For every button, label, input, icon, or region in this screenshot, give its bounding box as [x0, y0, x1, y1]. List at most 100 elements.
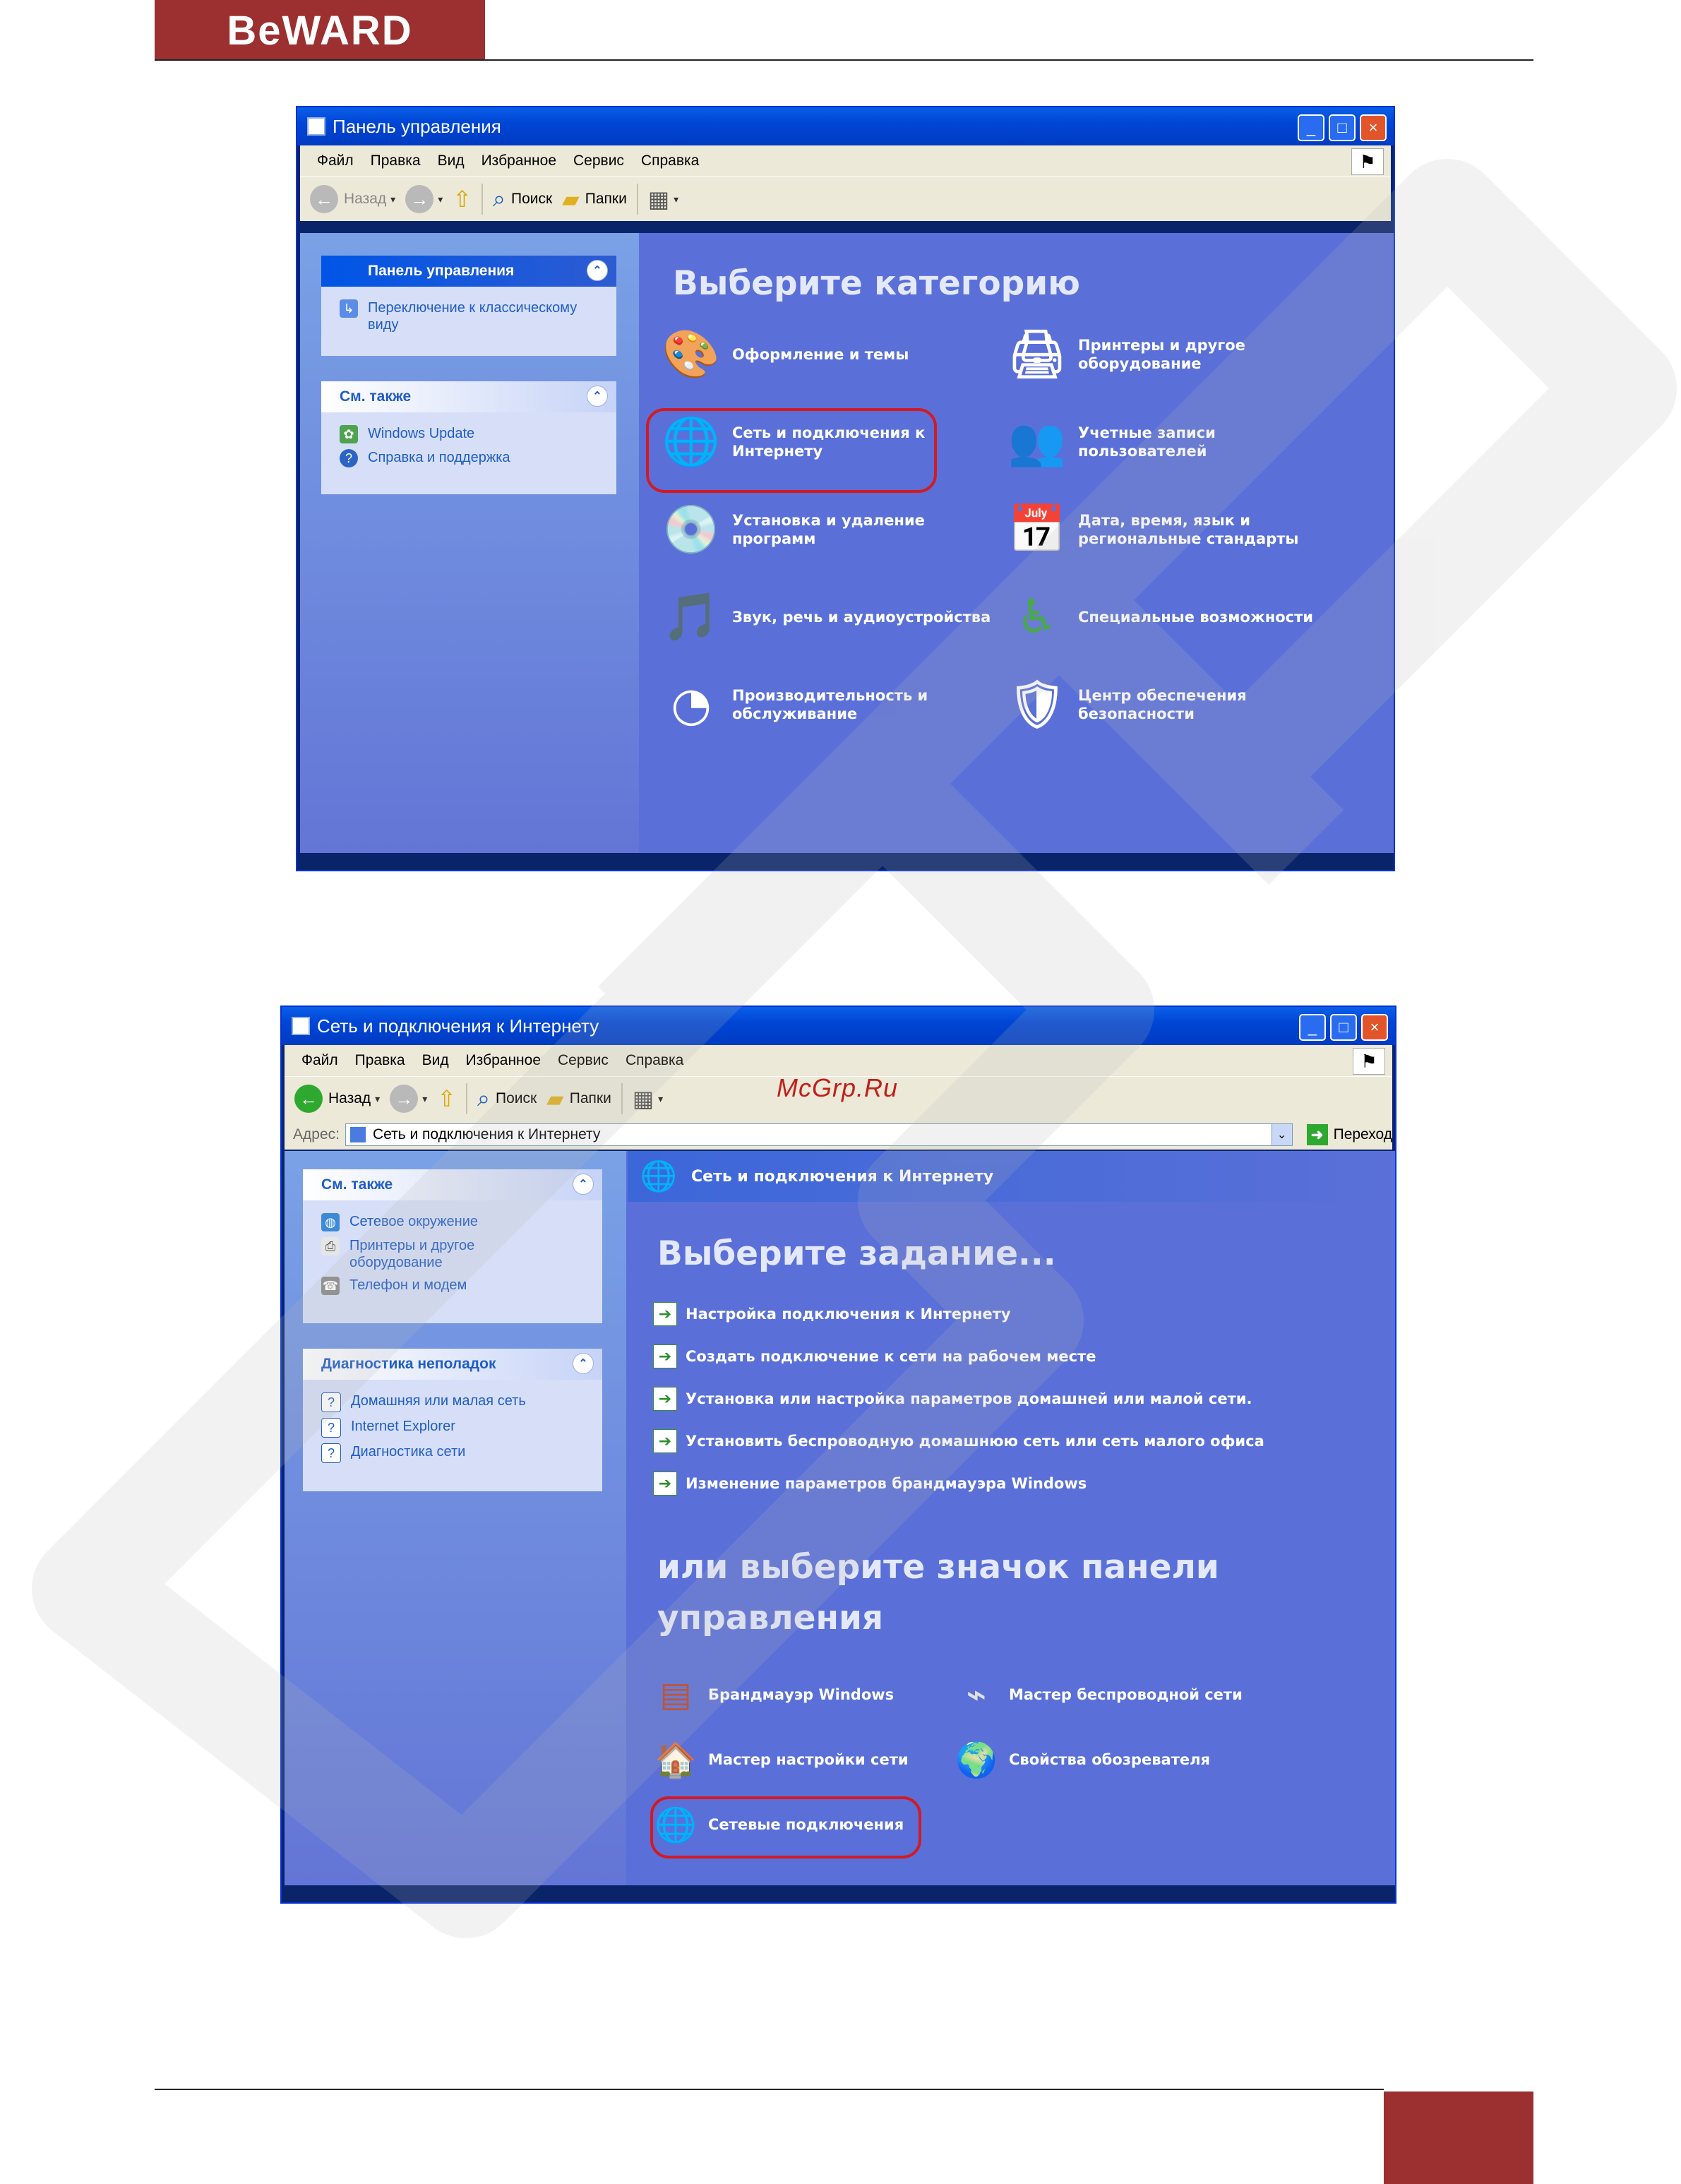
task-link-internet-setup[interactable]: ➔ Настройка подключения к Интернету — [653, 1302, 1011, 1326]
collapse-chevron-icon[interactable]: ⌃ — [587, 260, 608, 281]
address-dropdown-icon[interactable]: ⌄ — [1271, 1124, 1292, 1145]
category-accessibility[interactable]: ♿ Специальные возможности — [1006, 586, 1387, 648]
header-rule — [155, 59, 1533, 61]
menu-favorites[interactable]: Избранное — [466, 1052, 541, 1069]
task-link-firewall-settings[interactable]: ➔ Изменение параметров брандмауэра Windo… — [653, 1472, 1087, 1496]
network-connections-window: Сеть и подключения к Интернету _ □ × Фай… — [280, 1006, 1396, 1904]
folders-button[interactable]: ▰ Папки — [546, 1085, 611, 1112]
back-dropdown-icon[interactable]: ▾ — [375, 1093, 380, 1105]
back-dropdown-icon[interactable]: ▾ — [390, 193, 395, 205]
menu-tools[interactable]: Сервис — [558, 1052, 609, 1069]
category-label: Учетные записи пользователей — [1078, 424, 1216, 460]
up-folder-button[interactable]: ⇧ — [453, 186, 472, 213]
network-diagnostics-link[interactable]: ? Диагностика сети — [321, 1443, 591, 1463]
menu-favorites[interactable]: Избранное — [481, 153, 556, 169]
panel-header[interactable]: См. также ⌃ — [321, 381, 616, 412]
windows-update-link[interactable]: ✿ Windows Update — [340, 425, 605, 443]
category-user-accounts[interactable]: 👥 Учетные записи пользователей — [1006, 411, 1373, 473]
panel-header[interactable]: Диагностика неполадок ⌃ — [303, 1349, 602, 1380]
minimize-button[interactable]: _ — [1299, 1014, 1326, 1041]
minimize-button[interactable]: _ — [1298, 114, 1324, 141]
category-add-remove[interactable]: 💿 Установка и удаление программ — [660, 499, 999, 561]
close-button[interactable]: × — [1360, 114, 1387, 141]
performance-maintenance-icon: ◔ — [671, 677, 712, 732]
maximize-button[interactable]: □ — [1329, 114, 1356, 141]
category-performance[interactable]: ◔ Производительность и обслуживание — [660, 674, 999, 736]
forward-button[interactable]: → ▾ — [390, 1085, 427, 1113]
highlight-network-category — [646, 408, 937, 493]
internet-explorer-troubleshoot-link[interactable]: ? Internet Explorer — [321, 1418, 591, 1438]
link-label: Принтеры и другое оборудование — [349, 1238, 475, 1270]
maximize-button[interactable]: □ — [1330, 1014, 1357, 1041]
link-label: Справка и поддержка — [368, 450, 510, 465]
back-button[interactable]: ← Назад ▾ — [294, 1085, 380, 1113]
cp-firewall[interactable]: ▤ Брандмауэр Windows — [653, 1672, 894, 1717]
phone-modem-link[interactable]: ☎ Телефон и модем — [321, 1277, 591, 1295]
forward-dropdown-icon[interactable]: ▾ — [438, 193, 443, 205]
menu-view[interactable]: Вид — [422, 1052, 449, 1069]
menu-edit[interactable]: Правка — [371, 153, 421, 169]
panel-header[interactable]: См. также ⌃ — [303, 1169, 602, 1200]
menu-help[interactable]: Справка — [641, 153, 699, 169]
menu-view[interactable]: Вид — [438, 153, 465, 169]
folders-button[interactable]: ▰ Папки — [562, 186, 627, 213]
back-arrow-icon: ← — [310, 185, 338, 213]
network-connections-icon: 🌐 — [640, 1159, 678, 1193]
category-sound[interactable]: 🎵 Звук, речь и аудиоустройства — [660, 586, 999, 648]
go-button[interactable]: ➜ Переход — [1301, 1124, 1392, 1145]
task-link-wireless-network[interactable]: ➔ Установить беспроводную домашнюю сеть … — [653, 1429, 1264, 1453]
views-button[interactable]: ▦ ▾ — [633, 1085, 663, 1112]
close-button[interactable]: × — [1361, 1014, 1388, 1041]
control-panel-window: Панель управления _ □ × Файл Правка Вид … — [296, 106, 1395, 871]
menu-file[interactable]: Файл — [317, 153, 354, 169]
network-places-link[interactable]: ◍ Сетевое окружение — [321, 1213, 591, 1231]
views-dropdown-icon[interactable]: ▾ — [674, 193, 678, 205]
collapse-chevron-icon[interactable]: ⌃ — [573, 1174, 594, 1195]
category-label: Производительность и обслуживание — [732, 687, 928, 722]
folders-label: Папки — [569, 1090, 611, 1106]
menu-help[interactable]: Справка — [626, 1052, 683, 1069]
category-printers[interactable]: 🖨 Принтеры и другое оборудование — [1006, 323, 1373, 386]
task-link-home-network-setup[interactable]: ➔ Установка или настройка параметров дом… — [653, 1387, 1252, 1411]
menu-tools[interactable]: Сервис — [573, 153, 624, 169]
title-bar[interactable]: Панель управления _ □ × — [297, 107, 1394, 145]
title-bar[interactable]: Сеть и подключения к Интернету _ □ × — [282, 1007, 1395, 1045]
up-folder-button[interactable]: ⇧ — [437, 1085, 456, 1112]
switch-classic-view-link[interactable]: ↳ Переключение к классическому виду — [340, 299, 605, 333]
forward-arrow-icon: → — [390, 1085, 419, 1113]
collapse-chevron-icon[interactable]: ⌃ — [573, 1353, 594, 1374]
views-dropdown-icon[interactable]: ▾ — [658, 1093, 663, 1105]
cp-wireless-wizard[interactable]: ⌁ Мастер беспроводной сети — [954, 1672, 1243, 1717]
help-question-icon: ? — [321, 1392, 341, 1412]
address-input[interactable]: Сеть и подключения к Интернету ⌄ — [345, 1123, 1293, 1146]
task-label: Настройка подключения к Интернету — [686, 1306, 1011, 1323]
views-button[interactable]: ▦ ▾ — [648, 186, 678, 213]
search-icon: ⌕ — [493, 186, 506, 211]
panel-header[interactable]: Панель управления ⌃ — [321, 256, 616, 287]
category-date-time[interactable]: 📅 Дата, время, язык и региональные станд… — [1006, 499, 1387, 561]
task-link-workplace-connection[interactable]: ➔ Создать подключение к сети на рабочем … — [653, 1344, 1096, 1368]
search-button[interactable]: ⌕ Поиск — [493, 186, 552, 213]
printers-link[interactable]: ⎙ Принтеры и другое оборудование — [321, 1237, 591, 1271]
wireless-wizard-icon: ⌁ — [966, 1675, 987, 1714]
category-appearance[interactable]: 🎨 Оформление и темы — [660, 323, 971, 386]
category-security[interactable]: 🛡 Центр обеспечения безопасности — [1006, 674, 1387, 736]
window-icon — [292, 1017, 310, 1035]
forward-button[interactable]: → ▾ — [405, 185, 443, 213]
collapse-chevron-icon[interactable]: ⌃ — [587, 386, 608, 407]
help-support-link[interactable]: ? Справка и поддержка — [340, 449, 605, 467]
toolbar: ← Назад ▾ → ▾ ⇧ ⌕ Поиск ▰ Папки ▦ ▾ — [300, 177, 1391, 221]
firewall-icon: ▤ — [659, 1675, 692, 1714]
appearance-themes-icon: 🎨 — [662, 327, 721, 381]
category-label: Установка и удаление программ — [732, 512, 925, 547]
menu-file[interactable]: Файл — [301, 1052, 338, 1069]
search-button[interactable]: ⌕ Поиск — [477, 1085, 537, 1112]
back-label: Назад — [328, 1090, 371, 1106]
cp-internet-options[interactable]: 🌍 Свойства обозревателя — [954, 1737, 1210, 1782]
back-button[interactable]: ← Назад ▾ — [310, 185, 395, 213]
menu-edit[interactable]: Правка — [355, 1052, 405, 1069]
printers-hardware-icon: 🖨 — [1007, 327, 1067, 381]
cp-network-setup-wizard[interactable]: 🏠 Мастер настройки сети — [653, 1737, 909, 1782]
forward-dropdown-icon[interactable]: ▾ — [422, 1093, 427, 1105]
home-network-troubleshoot-link[interactable]: ? Домашняя или малая сеть — [321, 1392, 591, 1412]
